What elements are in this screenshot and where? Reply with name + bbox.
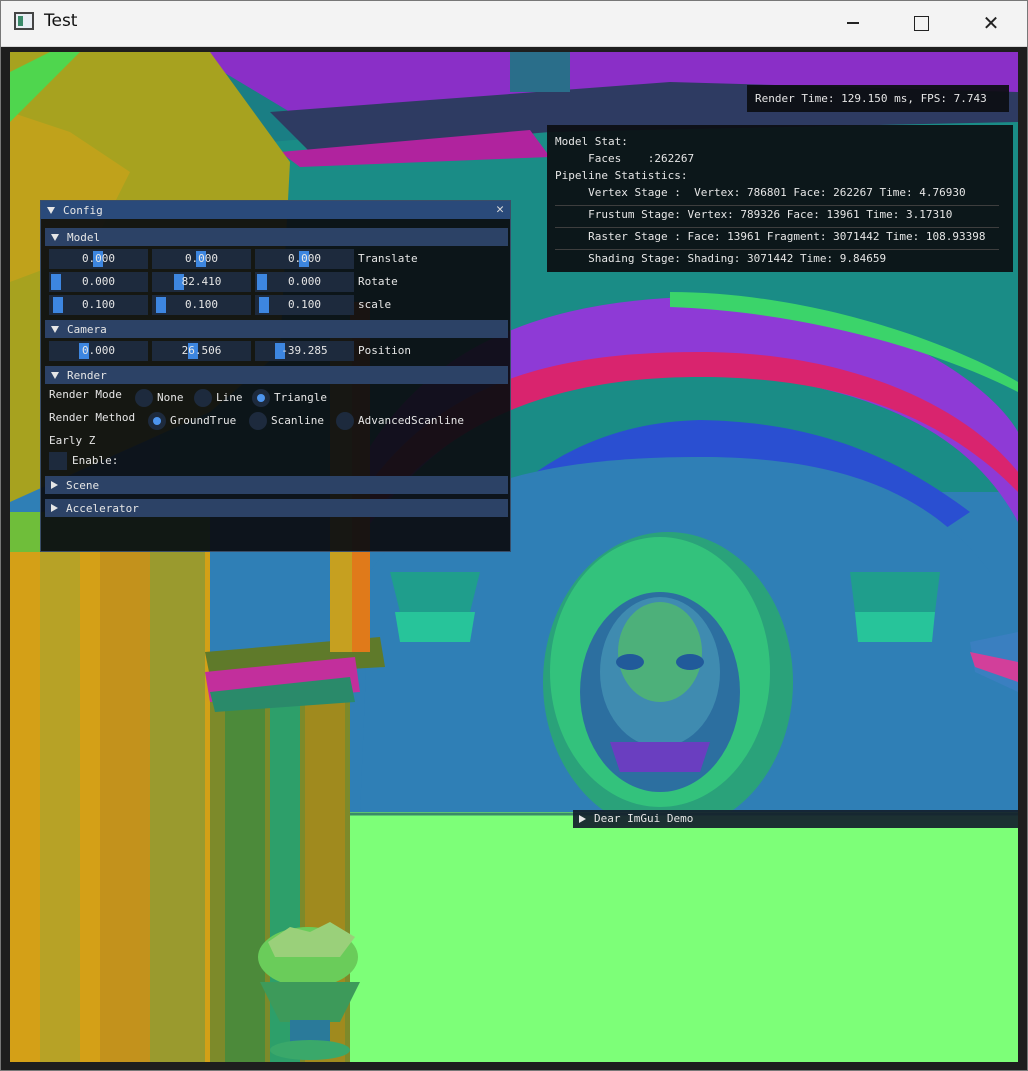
imgui-demo-label: Dear ImGui Demo — [594, 812, 694, 825]
radio-groundtrue-label[interactable]: GroundTrue — [170, 413, 236, 429]
radio-advancedscanline[interactable] — [336, 412, 354, 430]
render-time-text: Render Time: 129.150 ms, FPS: 7.743 — [755, 92, 987, 105]
slider-value: -39.285 — [281, 344, 328, 357]
rotate-label: Rotate — [358, 275, 398, 288]
faces-stat: Faces :262267 — [555, 152, 695, 165]
config-title-bar[interactable]: Config ✕ — [41, 201, 510, 219]
early-z-checkbox[interactable] — [49, 452, 67, 470]
radio-advancedscanline-label[interactable]: AdvancedScanline — [358, 413, 464, 429]
render-viewport[interactable]: Render Time: 129.150 ms, FPS: 7.743 Mode… — [10, 52, 1018, 1062]
maximize-button[interactable] — [886, 0, 956, 46]
minimize-button[interactable] — [818, 0, 888, 46]
window-title: Test — [44, 11, 78, 31]
expand-arrow-icon — [51, 481, 58, 489]
imgui-demo-window[interactable]: Dear ImGui Demo — [573, 810, 1018, 828]
scale-y-slider[interactable]: 0.100 — [152, 295, 251, 315]
minimize-icon — [847, 22, 859, 24]
radio-triangle-label[interactable]: Triangle — [274, 390, 327, 406]
translate-label: Translate — [358, 252, 418, 265]
raster-stage-stat: Raster Stage : Face: 13961 Fragment: 307… — [555, 230, 986, 243]
rotate-y-slider[interactable]: 82.410 — [152, 272, 251, 292]
collapse-arrow-icon — [51, 325, 59, 333]
slider-value: 0.100 — [184, 298, 219, 311]
slider-value: 0.000 — [81, 275, 116, 288]
slider-value: 26.506 — [181, 344, 222, 357]
frustum-stage-stat: Frustum Stage: Vertex: 789326 Face: 1396… — [555, 208, 953, 221]
camera-header-label: Camera — [67, 322, 107, 336]
early-z-label: Early Z — [49, 434, 96, 447]
enable-label: Enable: — [72, 454, 119, 467]
radio-none-label[interactable]: None — [157, 390, 184, 406]
pipeline-title: Pipeline Statistics: — [555, 169, 688, 182]
radio-triangle[interactable] — [252, 389, 270, 407]
collapse-arrow-icon[interactable] — [47, 206, 55, 214]
collapse-arrow-icon — [51, 371, 59, 379]
radio-line[interactable] — [194, 389, 212, 407]
close-button[interactable]: ✕ — [956, 0, 1026, 46]
translate-z-slider[interactable]: 0.000 — [255, 249, 354, 269]
scene-header-label: Scene — [66, 478, 100, 492]
slider-value: 0.000 — [287, 275, 322, 288]
radio-none[interactable] — [135, 389, 153, 407]
render-time-overlay: Render Time: 129.150 ms, FPS: 7.743 — [747, 85, 1009, 112]
render-mode-label: Render Mode — [49, 388, 122, 401]
scale-label: scale — [358, 298, 392, 311]
title-bar[interactable]: Test ✕ — [0, 0, 1028, 47]
stats-overlay: Model Stat: Faces :262267 Pipeline Stati… — [547, 125, 1013, 272]
close-icon: ✕ — [982, 11, 1000, 35]
radio-scanline[interactable] — [249, 412, 267, 430]
model-header[interactable]: Model — [45, 228, 508, 246]
translate-y-slider[interactable]: 0.000 — [152, 249, 251, 269]
accelerator-header[interactable]: Accelerator — [45, 499, 508, 517]
scale-z-slider[interactable]: 0.100 — [255, 295, 354, 315]
slider-value: 0.100 — [287, 298, 322, 311]
scene-header[interactable]: Scene — [45, 476, 508, 494]
position-label: Position — [358, 344, 411, 357]
accelerator-header-label: Accelerator — [66, 501, 139, 515]
app-icon — [14, 12, 34, 30]
render-header[interactable]: Render — [45, 366, 508, 384]
maximize-icon — [913, 15, 929, 31]
camera-x-slider[interactable]: 0.000 — [49, 341, 148, 361]
config-window[interactable]: Config ✕ Model 0.000 0.000 0.000 Transla… — [40, 200, 511, 552]
camera-z-slider[interactable]: -39.285 — [255, 341, 354, 361]
scale-x-slider[interactable]: 0.100 — [49, 295, 148, 315]
slider-value: 0.000 — [81, 252, 116, 265]
camera-header[interactable]: Camera — [45, 320, 508, 338]
app-window: Test ✕ Render Time: 129.150 ms, FPS: 7.7… — [0, 0, 1028, 1071]
translate-x-slider[interactable]: 0.000 — [49, 249, 148, 269]
shading-stage-stat: Shading Stage: Shading: 3071442 Time: 9.… — [555, 252, 887, 265]
radio-scanline-label[interactable]: Scanline — [271, 413, 324, 429]
model-header-label: Model — [67, 230, 101, 244]
render-header-label: Render — [67, 368, 107, 382]
rotate-x-slider[interactable]: 0.000 — [49, 272, 148, 292]
vertex-stage-stat: Vertex Stage : Vertex: 786801 Face: 2622… — [555, 186, 966, 199]
slider-value: 0.000 — [81, 344, 116, 357]
slider-value: 0.000 — [287, 252, 322, 265]
model-stat-title: Model Stat: — [555, 135, 628, 148]
rotate-z-slider[interactable]: 0.000 — [255, 272, 354, 292]
camera-y-slider[interactable]: 26.506 — [152, 341, 251, 361]
radio-groundtrue[interactable] — [148, 412, 166, 430]
collapse-arrow-icon — [51, 233, 59, 241]
render-method-label: Render Method — [49, 411, 136, 424]
expand-arrow-icon[interactable] — [579, 815, 586, 823]
config-close-icon[interactable]: ✕ — [496, 202, 504, 217]
slider-value: 82.410 — [181, 275, 222, 288]
slider-value: 0.000 — [184, 252, 219, 265]
radio-line-label[interactable]: Line — [216, 390, 243, 406]
slider-value: 0.100 — [81, 298, 116, 311]
config-title: Config — [63, 203, 103, 217]
expand-arrow-icon — [51, 504, 58, 512]
